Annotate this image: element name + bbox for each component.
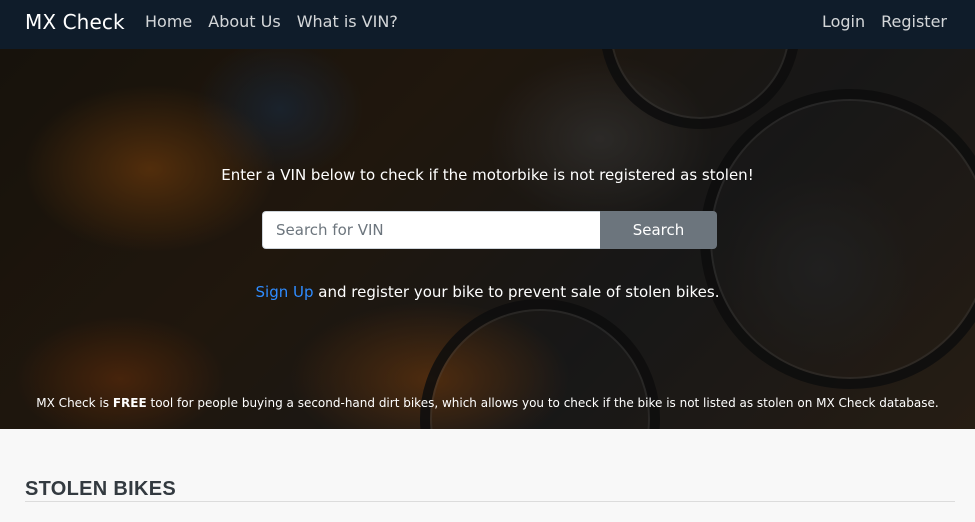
signup-prompt-text: and register your bike to prevent sale o… bbox=[313, 283, 720, 301]
top-navbar: MX Check Home About Us What is VIN? Logi… bbox=[0, 0, 975, 49]
free-notice-prefix: MX Check is bbox=[36, 396, 113, 410]
free-notice-bold: FREE bbox=[112, 396, 147, 410]
hero-content: Enter a VIN below to check if the motorb… bbox=[0, 49, 975, 429]
nav-link-register[interactable]: Register bbox=[881, 12, 947, 31]
free-tool-notice: MX Check is FREE tool for people buying … bbox=[0, 396, 975, 410]
nav-link-login[interactable]: Login bbox=[822, 12, 865, 31]
nav-left-links: Home About Us What is VIN? bbox=[145, 12, 414, 31]
brand-logo-link[interactable]: MX Check bbox=[25, 10, 125, 34]
nav-link-about-us[interactable]: About Us bbox=[208, 12, 280, 31]
vin-search-input[interactable] bbox=[262, 211, 600, 249]
nav-link-what-is-vin[interactable]: What is VIN? bbox=[297, 12, 398, 31]
search-button[interactable]: Search bbox=[600, 211, 717, 249]
nav-link-home[interactable]: Home bbox=[145, 12, 192, 31]
signup-prompt: Sign Up and register your bike to preven… bbox=[0, 283, 975, 301]
stolen-bikes-heading: STOLEN BIKES bbox=[25, 478, 177, 500]
sign-up-link[interactable]: Sign Up bbox=[256, 283, 314, 301]
vin-search-form: Search bbox=[262, 211, 717, 249]
section-divider bbox=[25, 501, 955, 502]
hero-banner: Enter a VIN below to check if the motorb… bbox=[0, 49, 975, 429]
nav-right-links: Login Register bbox=[806, 12, 947, 31]
hero-tagline: Enter a VIN below to check if the motorb… bbox=[221, 166, 754, 184]
free-notice-suffix: tool for people buying a second-hand dir… bbox=[146, 396, 939, 410]
